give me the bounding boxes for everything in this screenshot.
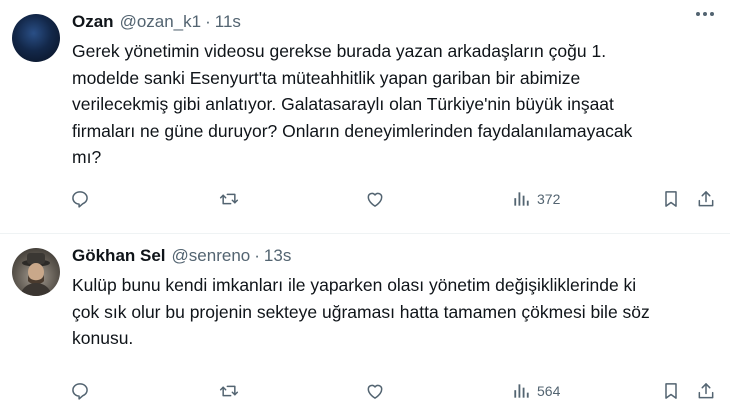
avatar[interactable] — [12, 248, 60, 296]
timestamp[interactable]: 13s — [264, 246, 291, 266]
share-icon — [698, 383, 714, 399]
tweet-text: Gerek yönetimin videosu gerekse burada y… — [72, 41, 633, 167]
tweet-body: Gökhan Sel @senreno · 13s Kulüp bunu ken… — [72, 244, 714, 352]
author-name[interactable]: Gökhan Sel — [72, 246, 166, 266]
heart-icon — [367, 192, 383, 207]
avatar[interactable] — [12, 14, 60, 62]
like-button[interactable] — [365, 189, 385, 209]
heart-icon — [367, 384, 383, 399]
share-icon — [698, 191, 714, 207]
bookmark-icon — [665, 383, 677, 399]
tweet-text: Kulüp bunu kendi imkanları ile yaparken … — [72, 275, 650, 348]
more-icon[interactable] — [696, 12, 714, 16]
reply-button[interactable] — [70, 189, 90, 209]
tweet-header: Ozan @ozan_k1 · 11s — [72, 10, 714, 34]
like-button[interactable] — [365, 381, 385, 401]
share-button[interactable] — [696, 381, 716, 401]
author-name[interactable]: Ozan — [72, 12, 114, 32]
views-icon — [514, 384, 529, 398]
retweet-button[interactable] — [219, 189, 239, 209]
tweet-body: Ozan @ozan_k1 · 11s Gerek yönetimin vide… — [72, 10, 714, 171]
tweet-actions: 372 — [70, 188, 716, 210]
views-count: 372 — [537, 191, 561, 207]
views-button[interactable]: 564 — [511, 381, 560, 401]
reply-button[interactable] — [70, 381, 90, 401]
bookmark-icon — [665, 191, 677, 207]
share-button[interactable] — [696, 189, 716, 209]
views-button[interactable]: 372 — [511, 189, 560, 209]
tweet-header: Gökhan Sel @senreno · 13s — [72, 244, 714, 268]
views-count: 564 — [537, 383, 561, 399]
timestamp[interactable]: 11s — [215, 12, 241, 32]
bookmark-button[interactable] — [661, 189, 681, 209]
views-icon — [514, 192, 529, 206]
retweet-icon — [219, 385, 239, 397]
bookmark-button[interactable] — [661, 381, 681, 401]
avatar-portrait-icon — [20, 253, 52, 296]
retweet-icon — [219, 193, 239, 205]
separator-dot: · — [254, 246, 260, 265]
tweet[interactable]: Ozan @ozan_k1 · 11s Gerek yönetimin vide… — [0, 0, 730, 233]
reply-icon — [72, 383, 88, 400]
retweet-button[interactable] — [219, 381, 239, 401]
tweet[interactable]: Gökhan Sel @senreno · 13s Kulüp bunu ken… — [0, 233, 730, 420]
separator-dot: · — [205, 12, 211, 31]
tweet-actions: 564 — [70, 380, 716, 402]
author-handle[interactable]: @ozan_k1 — [120, 12, 202, 32]
author-handle[interactable]: @senreno — [172, 246, 251, 266]
reply-icon — [72, 191, 88, 208]
